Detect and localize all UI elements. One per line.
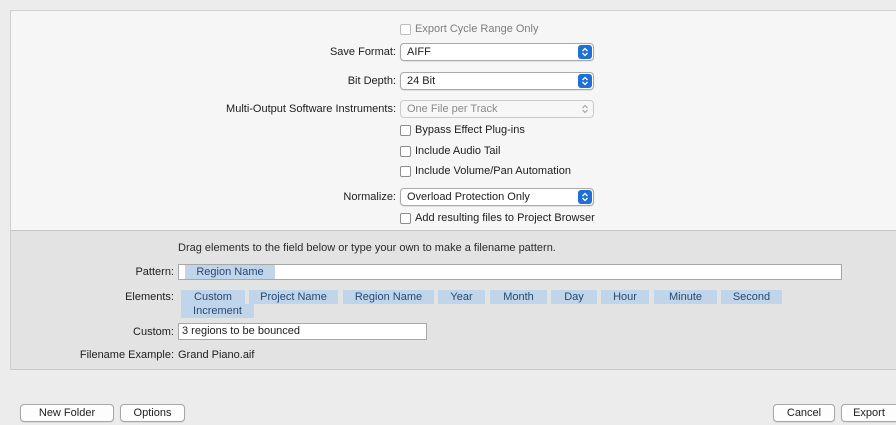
export-button[interactable]: Export — [841, 404, 896, 422]
export-cycle-range-checkbox[interactable]: Export Cycle Range Only — [400, 23, 539, 35]
include-volume-pan-label: Include Volume/Pan Automation — [415, 165, 571, 177]
include-audio-tail-label: Include Audio Tail — [415, 145, 501, 157]
cancel-button[interactable]: Cancel — [773, 404, 835, 422]
element-token-project-name[interactable]: Project Name — [249, 290, 338, 304]
save-format-value: AIFF — [407, 46, 431, 58]
normalize-value: Overload Protection Only — [407, 191, 530, 203]
checkbox-box — [400, 145, 411, 157]
bypass-effects-checkbox[interactable]: Bypass Effect Plug-ins — [400, 124, 525, 136]
bit-depth-value: 24 Bit — [407, 75, 436, 87]
pattern-label: Pattern: — [135, 266, 174, 278]
bypass-effects-label: Bypass Effect Plug-ins — [415, 124, 525, 136]
element-token-hour[interactable]: Hour — [601, 290, 649, 304]
normalize-popup[interactable]: Overload Protection Only — [400, 188, 594, 206]
include-audio-tail-checkbox[interactable]: Include Audio Tail — [400, 145, 500, 157]
checkbox-box — [400, 212, 411, 224]
popup-stepper-icon — [578, 45, 592, 59]
normalize-label: Normalize: — [343, 191, 396, 203]
popup-stepper-icon — [578, 102, 592, 116]
add-to-project-browser-checkbox[interactable]: Add resulting files to Project Browser — [400, 212, 595, 224]
checkbox-box — [400, 165, 411, 177]
elements-label: Elements: — [125, 291, 174, 303]
checkbox-box — [400, 23, 411, 35]
save-format-popup[interactable]: AIFF — [400, 43, 594, 61]
custom-label: Custom: — [133, 326, 174, 338]
include-volume-pan-checkbox[interactable]: Include Volume/Pan Automation — [400, 165, 571, 177]
element-token-increment[interactable]: Increment — [181, 304, 254, 318]
pattern-token-region-name[interactable]: Region Name — [185, 265, 275, 279]
export-cycle-range-label: Export Cycle Range Only — [415, 23, 539, 35]
bit-depth-popup[interactable]: 24 Bit — [400, 72, 594, 90]
element-token-custom[interactable]: Custom — [181, 290, 245, 304]
popup-stepper-icon — [578, 74, 592, 88]
filename-example-label: Filename Example: — [79, 349, 174, 361]
bit-depth-label: Bit Depth: — [347, 75, 396, 87]
checkbox-box — [400, 124, 411, 136]
element-token-month[interactable]: Month — [490, 290, 547, 304]
add-to-project-browser-label: Add resulting files to Project Browser — [415, 212, 595, 224]
filename-example-value: Grand Piano.aif — [178, 349, 255, 361]
pattern-field[interactable] — [178, 264, 842, 280]
popup-stepper-icon — [578, 190, 592, 204]
element-token-minute[interactable]: Minute — [654, 290, 717, 304]
multi-output-value: One File per Track — [407, 103, 498, 115]
filename-pattern-hint: Drag elements to the field below or type… — [178, 242, 556, 254]
save-format-label: Save Format: — [329, 46, 396, 58]
element-token-year[interactable]: Year — [438, 290, 485, 304]
options-button[interactable]: Options — [120, 404, 185, 422]
element-token-second[interactable]: Second — [721, 290, 782, 304]
element-token-region-name[interactable]: Region Name — [343, 290, 434, 304]
element-token-day[interactable]: Day — [551, 290, 597, 304]
custom-text-field[interactable]: 3 regions to be bounced — [178, 323, 427, 340]
multi-output-popup[interactable]: One File per Track — [400, 100, 594, 118]
new-folder-button[interactable]: New Folder — [20, 404, 114, 422]
multi-output-label: Multi-Output Software Instruments: — [226, 103, 396, 115]
